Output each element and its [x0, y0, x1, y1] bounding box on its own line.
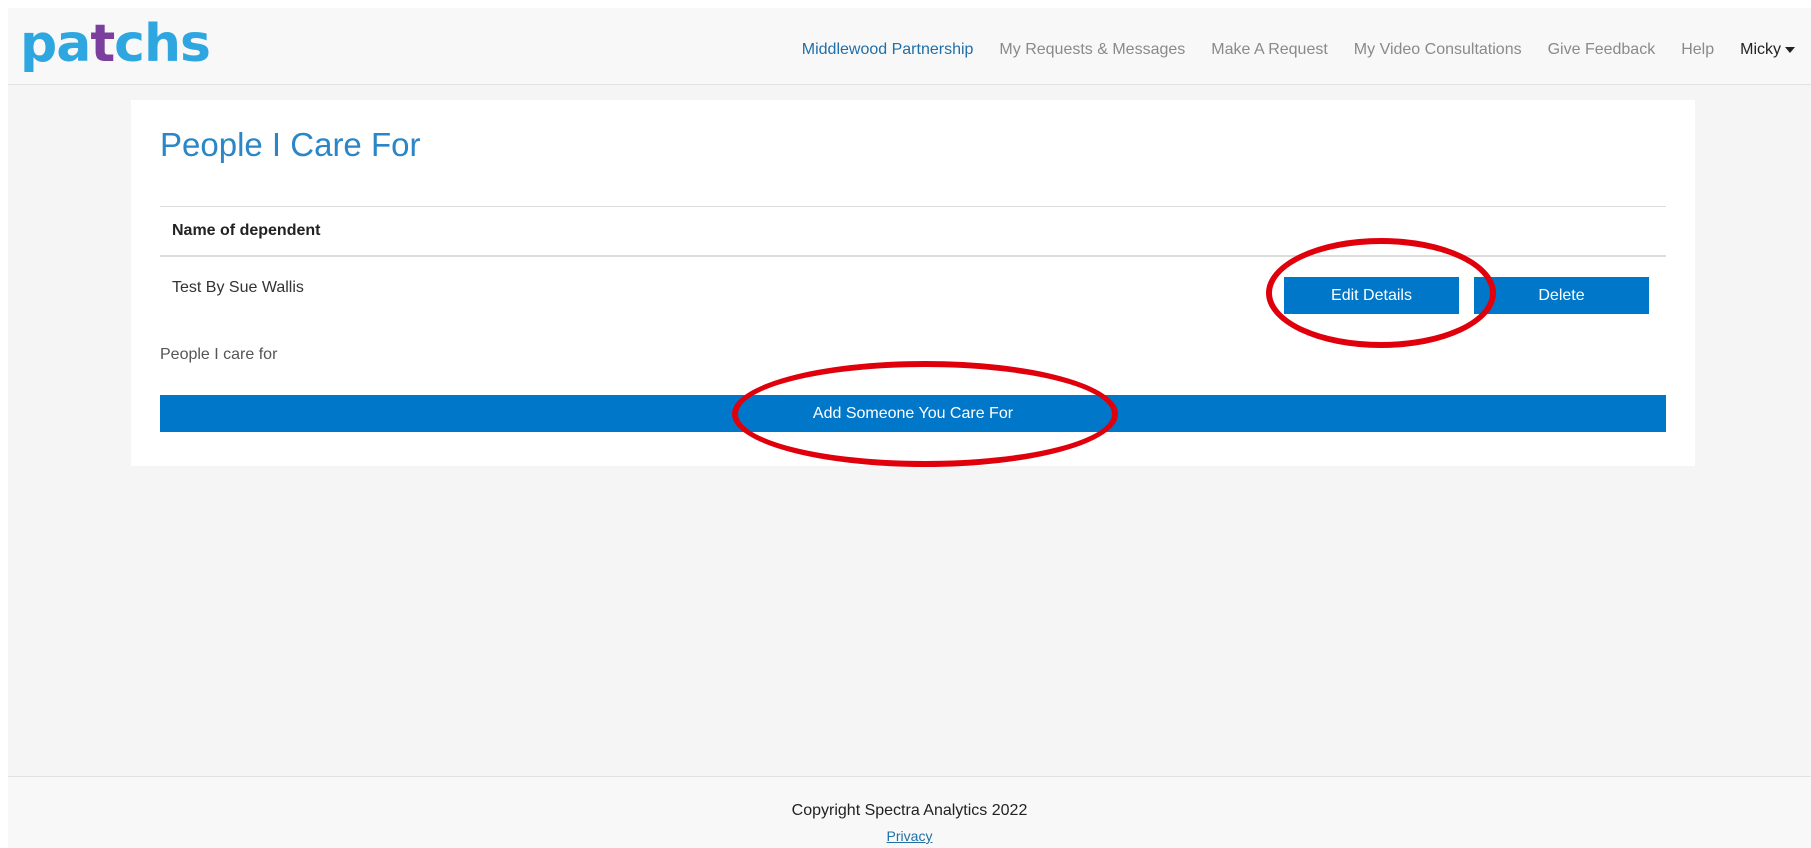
dependent-name: Test By Sue Wallis: [172, 279, 304, 296]
privacy-link[interactable]: Privacy: [8, 828, 1811, 844]
nav-practice[interactable]: Middlewood Partnership: [789, 41, 987, 59]
dependents-table: Name of dependent Test By Sue Wallis Edi…: [160, 206, 1666, 327]
caret-down-icon: [1785, 46, 1795, 53]
logo-text-start: pa: [20, 14, 91, 74]
copyright-text: Copyright Spectra Analytics 2022: [791, 802, 1028, 819]
care-for-panel: People I Care For Name of dependent Test…: [131, 100, 1695, 466]
patchs-logo[interactable]: patchs: [20, 14, 211, 74]
nav-help[interactable]: Help: [1668, 41, 1727, 59]
user-name: Micky: [1740, 41, 1781, 58]
delete-button[interactable]: Delete: [1474, 277, 1649, 314]
nav-video-consultations[interactable]: My Video Consultations: [1341, 41, 1535, 59]
nav-give-feedback[interactable]: Give Feedback: [1535, 41, 1669, 59]
logo-mark: t: [90, 14, 115, 74]
nav-make-request[interactable]: Make A Request: [1198, 41, 1341, 59]
edit-details-button[interactable]: Edit Details: [1284, 277, 1459, 314]
top-navbar: patchs Middlewood Partnership My Request…: [8, 8, 1811, 85]
footer: Copyright Spectra Analytics 2022 Privacy: [8, 776, 1811, 848]
page-title: People I Care For: [160, 126, 421, 163]
logo-text-end: chs: [114, 14, 211, 74]
add-someone-button[interactable]: Add Someone You Care For: [160, 395, 1666, 432]
nav-requests-messages[interactable]: My Requests & Messages: [986, 41, 1198, 59]
user-menu[interactable]: Micky: [1727, 41, 1795, 59]
people-i-care-for-caption: People I care for: [160, 346, 278, 363]
page: patchs Middlewood Partnership My Request…: [8, 8, 1811, 848]
table-row: Test By Sue Wallis Edit Details Delete: [160, 257, 1666, 327]
main-nav: Middlewood Partnership My Requests & Mes…: [789, 41, 1795, 59]
table-header-name: Name of dependent: [160, 206, 1666, 257]
